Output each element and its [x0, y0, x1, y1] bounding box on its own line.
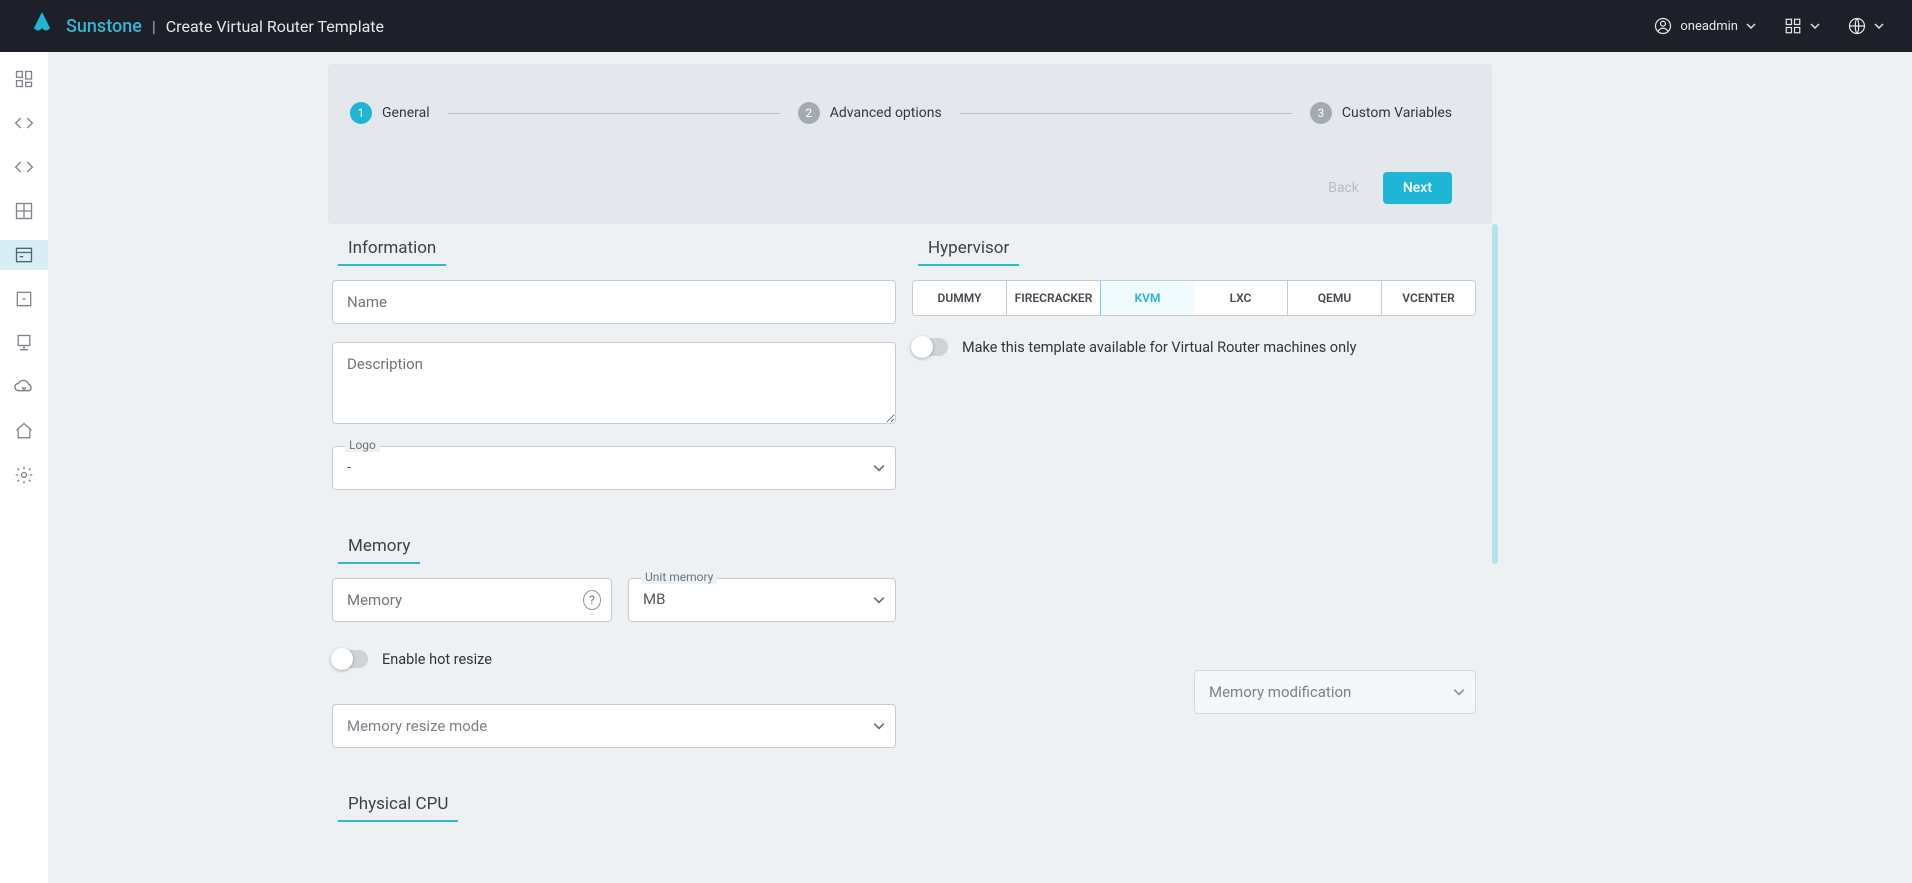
- memory-modification-select[interactable]: Memory modification: [1194, 670, 1476, 714]
- vrouter-only-row: Make this template available for Virtual…: [912, 338, 1476, 356]
- hypervisor-firecracker[interactable]: FIRECRACKER: [1007, 281, 1101, 315]
- step-2-number: 2: [798, 102, 820, 124]
- form-content: Information Logo - Hypervisor DUMMY FIRE…: [328, 224, 1492, 836]
- sidebar-grid-icon[interactable]: [0, 196, 48, 226]
- page-title: Create Virtual Router Template: [166, 17, 384, 36]
- name-input[interactable]: [333, 281, 895, 323]
- stepper: 1 General 2 Advanced options 3 Custom Va…: [350, 102, 1452, 124]
- hypervisor-dummy[interactable]: DUMMY: [913, 281, 1007, 315]
- step-1-number: 1: [350, 102, 372, 124]
- scroll-indicator[interactable]: [1492, 224, 1498, 564]
- sidebar-cloud-icon[interactable]: [0, 372, 48, 402]
- logo-value: -: [333, 448, 873, 488]
- memory-mod-column: Memory modification: [904, 530, 1480, 748]
- memory-modification-placeholder: Memory modification: [1195, 671, 1453, 713]
- logo-select[interactable]: Logo -: [332, 446, 896, 490]
- stepper-card: 1 General 2 Advanced options 3 Custom Va…: [328, 64, 1492, 224]
- back-button: Back: [1316, 172, 1371, 204]
- logo-label: Logo: [345, 438, 380, 452]
- step-connector: [448, 113, 780, 114]
- hot-resize-row: Enable hot resize: [332, 650, 896, 668]
- hot-resize-toggle[interactable]: [332, 650, 368, 668]
- section-hypervisor: Hypervisor: [918, 232, 1019, 266]
- step-connector: [960, 113, 1292, 114]
- main: 1 General 2 Advanced options 3 Custom Va…: [48, 52, 1912, 883]
- topbar-right: oneadmin: [1654, 17, 1884, 35]
- information-column: Information Logo -: [328, 232, 904, 490]
- sidebar: [0, 52, 48, 883]
- memory-resize-mode-placeholder: Memory resize mode: [333, 705, 873, 747]
- sidebar-code1-icon[interactable]: [0, 108, 48, 138]
- sidebar-host-icon[interactable]: [0, 328, 48, 358]
- topbar: Sunstone | Create Virtual Router Templat…: [0, 0, 1912, 52]
- sidebar-box-icon[interactable]: [0, 284, 48, 314]
- memory-resize-mode-select[interactable]: Memory resize mode: [332, 704, 896, 748]
- step-3-number: 3: [1310, 102, 1332, 124]
- help-icon[interactable]: ?: [583, 590, 601, 610]
- hot-resize-label: Enable hot resize: [382, 651, 492, 668]
- step-1[interactable]: 1 General: [350, 102, 430, 124]
- step-2[interactable]: 2 Advanced options: [798, 102, 942, 124]
- name-field[interactable]: [332, 280, 896, 324]
- hypervisor-group: DUMMY FIRECRACKER KVM LXC QEMU VCENTER: [912, 280, 1476, 316]
- vrouter-only-toggle[interactable]: [912, 338, 948, 356]
- memory-input[interactable]: [333, 579, 583, 621]
- chevron-down-icon: [873, 720, 885, 732]
- vrouter-only-label: Make this template available for Virtual…: [962, 339, 1356, 356]
- sidebar-code2-icon[interactable]: [0, 152, 48, 182]
- hypervisor-column: Hypervisor DUMMY FIRECRACKER KVM LXC QEM…: [904, 232, 1480, 490]
- apps-menu[interactable]: [1784, 17, 1820, 35]
- hypervisor-lxc[interactable]: LXC: [1194, 281, 1288, 315]
- sidebar-dashboard-icon[interactable]: [0, 64, 48, 94]
- chevron-down-icon: [873, 594, 885, 606]
- unit-memory-value: MB: [629, 580, 873, 620]
- step-3-label: Custom Variables: [1342, 105, 1452, 121]
- section-information: Information: [338, 232, 446, 266]
- step-3[interactable]: 3 Custom Variables: [1310, 102, 1452, 124]
- description-textarea[interactable]: [332, 342, 896, 424]
- chevron-down-icon: [1453, 686, 1465, 698]
- unit-memory-select[interactable]: Unit memory MB: [628, 578, 896, 622]
- memory-column: Memory ? Unit memory MB Enable hot resiz…: [328, 530, 904, 748]
- header-divider: |: [152, 17, 156, 36]
- chevron-down-icon: [873, 462, 885, 474]
- step-1-label: General: [382, 105, 430, 121]
- locale-menu[interactable]: [1848, 17, 1884, 35]
- section-memory: Memory: [338, 530, 420, 564]
- stepper-actions: Back Next: [350, 172, 1452, 204]
- memory-field[interactable]: ?: [332, 578, 612, 622]
- hypervisor-kvm[interactable]: KVM: [1100, 280, 1195, 316]
- unit-memory-label: Unit memory: [641, 570, 717, 584]
- user-name: oneadmin: [1680, 19, 1738, 34]
- sidebar-settings-icon[interactable]: [0, 460, 48, 490]
- next-button[interactable]: Next: [1383, 172, 1452, 204]
- app-logo[interactable]: [18, 12, 66, 40]
- brand-name[interactable]: Sunstone: [66, 16, 142, 37]
- sidebar-home-icon[interactable]: [0, 416, 48, 446]
- hypervisor-vcenter[interactable]: VCENTER: [1382, 281, 1475, 315]
- sidebar-templates-icon[interactable]: [0, 240, 48, 270]
- physical-cpu-column: Physical CPU: [328, 788, 904, 836]
- section-physical-cpu: Physical CPU: [338, 788, 458, 822]
- user-menu[interactable]: oneadmin: [1654, 17, 1756, 35]
- step-2-label: Advanced options: [830, 105, 942, 121]
- hypervisor-qemu[interactable]: QEMU: [1288, 281, 1382, 315]
